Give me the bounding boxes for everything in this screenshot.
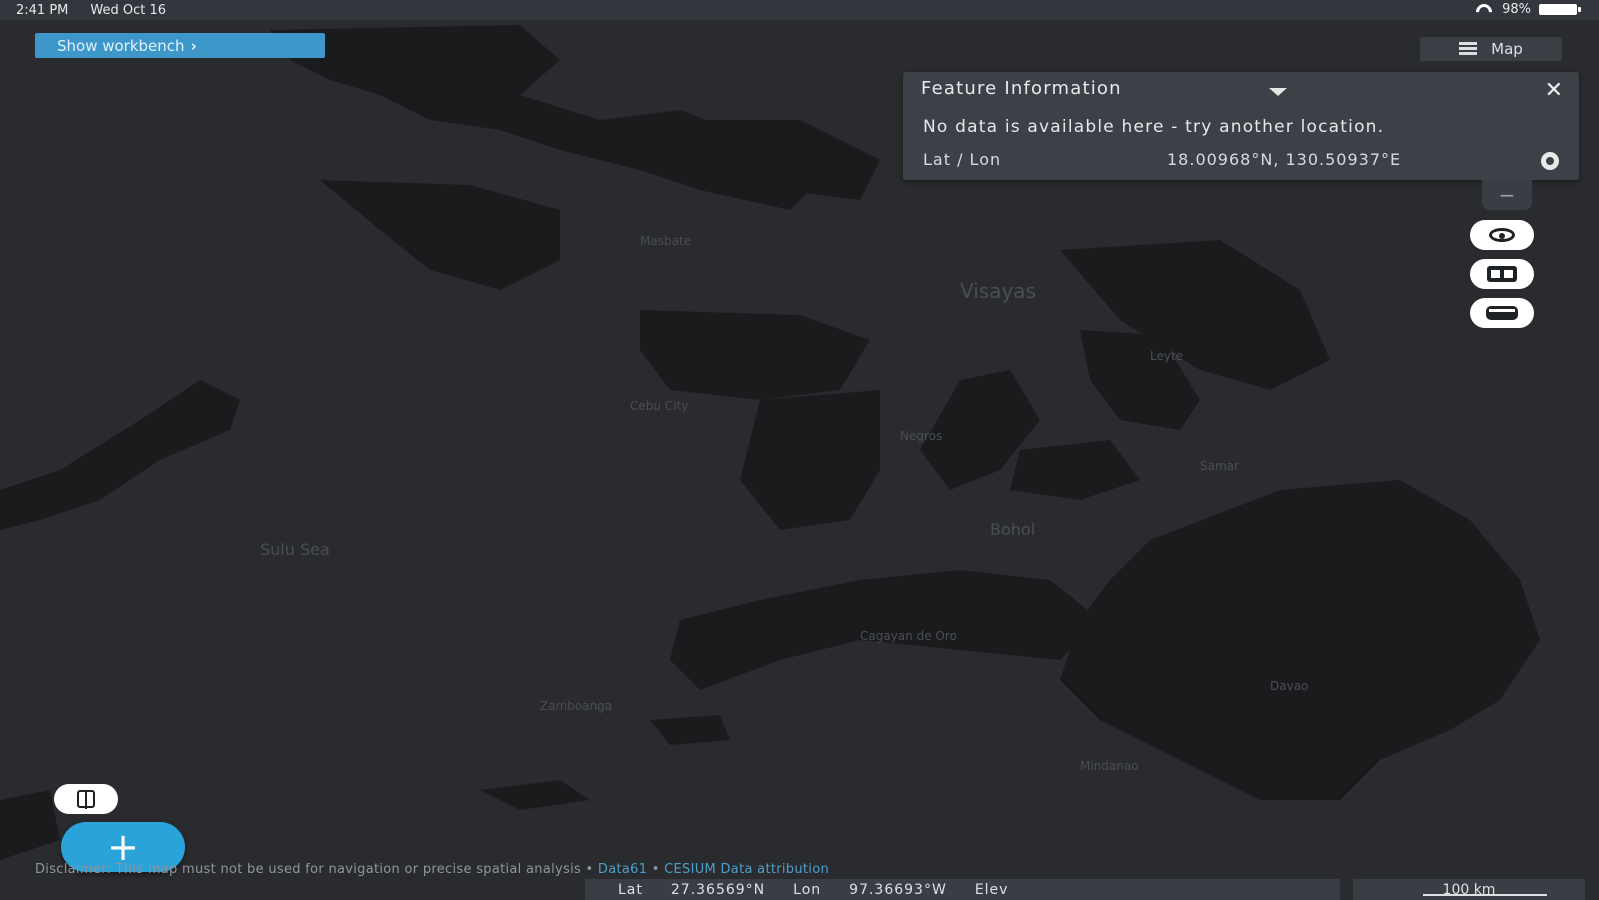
close-icon[interactable]: ✕ [1545, 78, 1563, 103]
map-settings-button[interactable]: Map [1420, 37, 1562, 61]
distance-scale: 100 km [1353, 879, 1585, 900]
zoom-out-button[interactable]: − [1482, 180, 1532, 210]
battery-percent: 98% [1502, 2, 1531, 17]
disclaimer-text: Disclaimer: This map must not be used fo… [35, 862, 594, 877]
feature-info-message: No data is available here - try another … [923, 117, 1385, 137]
status-date: Wed Oct 16 [90, 2, 167, 18]
feature-information-panel: Feature Information ✕ No data is availab… [903, 72, 1579, 180]
map-label-leyte: Leyte [1150, 349, 1183, 363]
map-label-sea: Sulu Sea [260, 540, 330, 559]
cesium-link[interactable]: CESIUM [664, 862, 716, 877]
chevron-right-icon: › [190, 36, 197, 55]
lon-label: Lon [793, 881, 822, 898]
map-settings-label: Map [1491, 40, 1523, 58]
eye-icon [1489, 228, 1515, 242]
lat-value: 27.36569°N [670, 881, 766, 898]
vr-button[interactable] [1470, 298, 1534, 328]
map-label-zamboanga: Zamboanga [540, 699, 612, 713]
elev-label: Elev [974, 881, 1009, 898]
split-screen-icon [1487, 266, 1517, 282]
map-label-bohol: Bohol [990, 520, 1035, 539]
lon-value: 97.36693°W [849, 881, 947, 898]
latlon-value: 18.00968°N, 130.50937°E [1167, 150, 1402, 169]
data-attribution-link[interactable]: Data attribution [721, 862, 829, 877]
compass-icon [77, 790, 95, 809]
data61-link[interactable]: Data61 [598, 862, 647, 877]
map-label-cebu-city: Cebu City [630, 399, 688, 413]
map-disclaimer: Disclaimer: This map must not be used fo… [35, 862, 829, 877]
latlon-label: Lat / Lon [923, 150, 1002, 169]
map-label-visayas: Visayas [960, 279, 1036, 303]
map-label-davao: Davao [1270, 679, 1308, 693]
coordinate-readout: Lat 27.36569°N Lon 97.36693°W Elev [585, 879, 1340, 900]
battery-icon [1539, 4, 1581, 15]
status-right: 98% [1474, 2, 1581, 17]
lat-label: Lat [618, 881, 643, 898]
map-label-samar: Samar [1200, 459, 1239, 473]
layers-icon [1459, 42, 1478, 56]
location-pin-icon[interactable] [1541, 152, 1559, 170]
wifi-icon [1474, 4, 1494, 16]
ios-status-bar: 2:41 PM Wed Oct 16 98% [0, 0, 1599, 20]
vr-icon [1486, 306, 1518, 320]
compass-button[interactable] [54, 784, 118, 814]
map-label-mindanao: Mindanao [1080, 759, 1139, 773]
split-screen-button[interactable] [1470, 259, 1534, 289]
show-workbench-label: Show workbench [57, 36, 185, 55]
disclaimer-sep: • [651, 862, 660, 877]
feature-info-title: Feature Information [921, 78, 1122, 99]
eye-toggle-button[interactable] [1470, 220, 1534, 250]
map-label-cagayan: Cagayan de Oro [860, 629, 957, 643]
map-label-masbate: Masbate [640, 234, 691, 248]
map-label-negros: Negros [900, 429, 942, 443]
status-time: 2:41 PM [16, 2, 69, 18]
scale-line [1423, 894, 1547, 896]
show-workbench-button[interactable]: Show workbench › [35, 33, 325, 58]
chevron-down-icon[interactable] [1269, 88, 1287, 96]
